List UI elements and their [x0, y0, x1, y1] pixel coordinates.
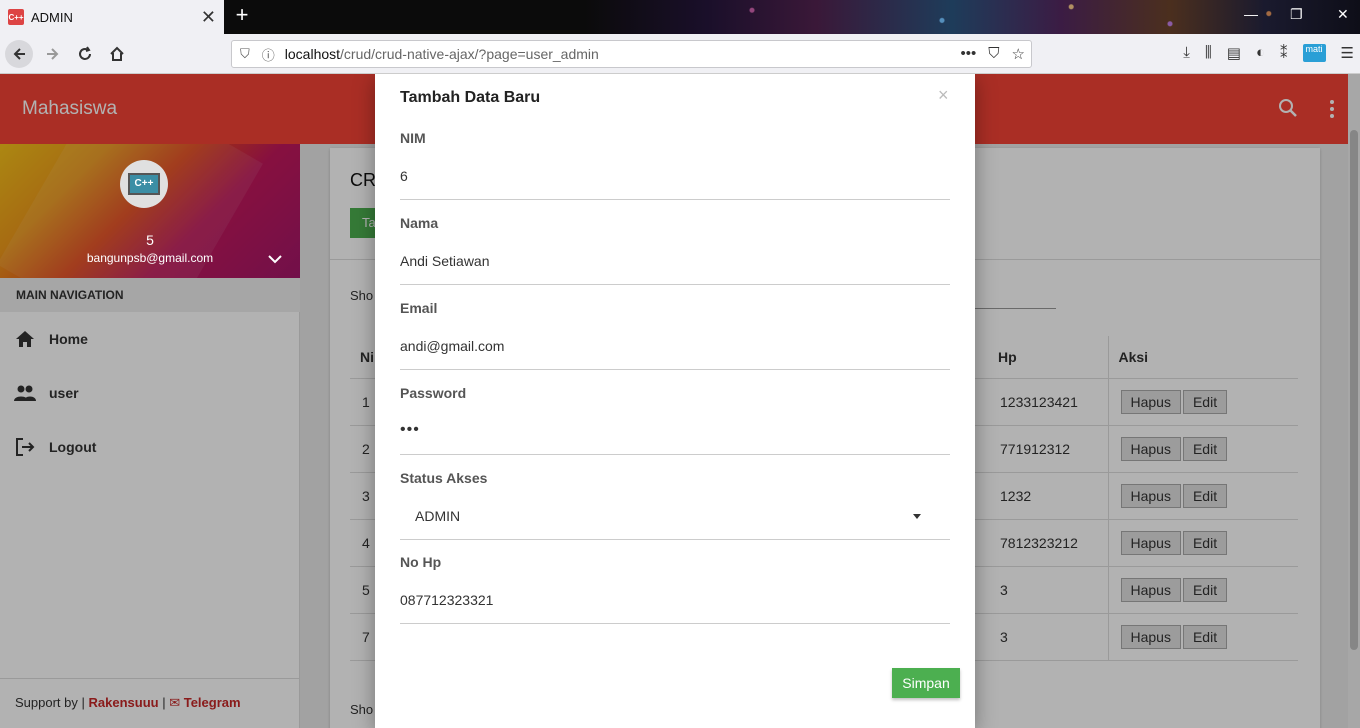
- more-actions-icon[interactable]: •••: [961, 45, 977, 63]
- field-email: Email andi@gmail.com: [400, 300, 950, 370]
- computer-icon: C++: [128, 173, 160, 195]
- nohp-label: No Hp: [400, 554, 442, 570]
- reload-button[interactable]: [71, 40, 99, 68]
- field-status-akses: Status Akses ADMIN: [400, 470, 950, 540]
- page: Mahasiswa C++ 5 bangunpsb@gmail.com MAIN…: [0, 74, 1360, 728]
- browser-tab[interactable]: C++ ADMIN ✕: [0, 0, 224, 34]
- avatar: C++: [120, 160, 168, 208]
- home-button[interactable]: [103, 40, 131, 68]
- house-icon: [110, 46, 124, 61]
- nohp-input[interactable]: 087712323321: [400, 584, 950, 624]
- url-text[interactable]: localhost/crud/crud-native-ajax/?page=us…: [285, 46, 599, 62]
- back-button[interactable]: [5, 40, 33, 68]
- modal-title: Tambah Data Baru: [400, 89, 541, 106]
- new-tab-button[interactable]: +: [230, 4, 254, 28]
- chevron-down-icon[interactable]: [268, 254, 282, 264]
- browser-tabbar: C++ ADMIN ✕ + — ❐ ✕: [0, 0, 1360, 34]
- extension2-icon[interactable]: ⁑: [1280, 44, 1288, 62]
- browser-navbar: ⛉ ⓘ localhost/crud/crud-native-ajax/?pag…: [0, 34, 1360, 74]
- arrow-left-icon: [13, 48, 25, 60]
- nama-input[interactable]: Andi Setiawan: [400, 245, 950, 285]
- restore-icon[interactable]: ❐: [1290, 6, 1303, 23]
- mati-badge[interactable]: mati: [1302, 44, 1326, 62]
- field-password: Password •••: [400, 385, 950, 455]
- email-label: Email: [400, 300, 438, 316]
- library-icon[interactable]: ⫼: [1205, 44, 1212, 62]
- minimize-icon[interactable]: —: [1244, 6, 1258, 22]
- tab-title: ADMIN: [31, 9, 73, 25]
- field-nama: Nama Andi Setiawan: [400, 215, 950, 285]
- field-nohp: No Hp 087712323321: [400, 554, 950, 624]
- nama-label: Nama: [400, 215, 439, 231]
- tab-favicon-icon: C++: [8, 9, 24, 25]
- bookmark-star-icon[interactable]: ☆: [1012, 45, 1025, 63]
- email-input[interactable]: andi@gmail.com: [400, 330, 950, 370]
- extension-icon[interactable]: ◐: [1256, 44, 1265, 62]
- add-data-modal: Tambah Data Baru × NIM 6 Nama Andi Setia…: [375, 74, 975, 728]
- status-akses-label: Status Akses: [400, 470, 488, 486]
- user-email: bangunpsb@gmail.com: [86, 251, 214, 265]
- download-icon[interactable]: ⤓: [1183, 44, 1190, 62]
- forward-button[interactable]: [39, 40, 67, 68]
- hamburger-menu-icon[interactable]: ☰: [1341, 44, 1354, 62]
- password-label: Password: [400, 385, 467, 401]
- status-akses-select[interactable]: ADMIN: [400, 500, 950, 540]
- url-bar[interactable]: ⛉ ⓘ localhost/crud/crud-native-ajax/?pag…: [231, 40, 1032, 68]
- caret-down-icon: [913, 514, 921, 519]
- info-icon[interactable]: ⓘ: [262, 45, 275, 64]
- user-name: 5: [146, 232, 154, 248]
- status-akses-value: ADMIN: [415, 508, 461, 524]
- field-nim: NIM 6: [400, 130, 950, 200]
- sidebar-icon[interactable]: ▤: [1227, 44, 1241, 62]
- tab-close-icon[interactable]: ✕: [201, 8, 216, 26]
- password-input[interactable]: •••: [400, 415, 950, 455]
- save-button[interactable]: Simpan: [892, 668, 960, 698]
- reload-icon: [79, 46, 91, 60]
- close-icon[interactable]: ×: [938, 86, 949, 104]
- window-close-icon[interactable]: ✕: [1337, 6, 1349, 23]
- nim-label: NIM: [400, 130, 426, 146]
- shield-icon[interactable]: ⛉: [240, 46, 250, 62]
- arrow-right-icon: [47, 48, 59, 60]
- pocket-icon[interactable]: ⛉: [988, 45, 999, 63]
- nim-input[interactable]: 6: [400, 160, 950, 200]
